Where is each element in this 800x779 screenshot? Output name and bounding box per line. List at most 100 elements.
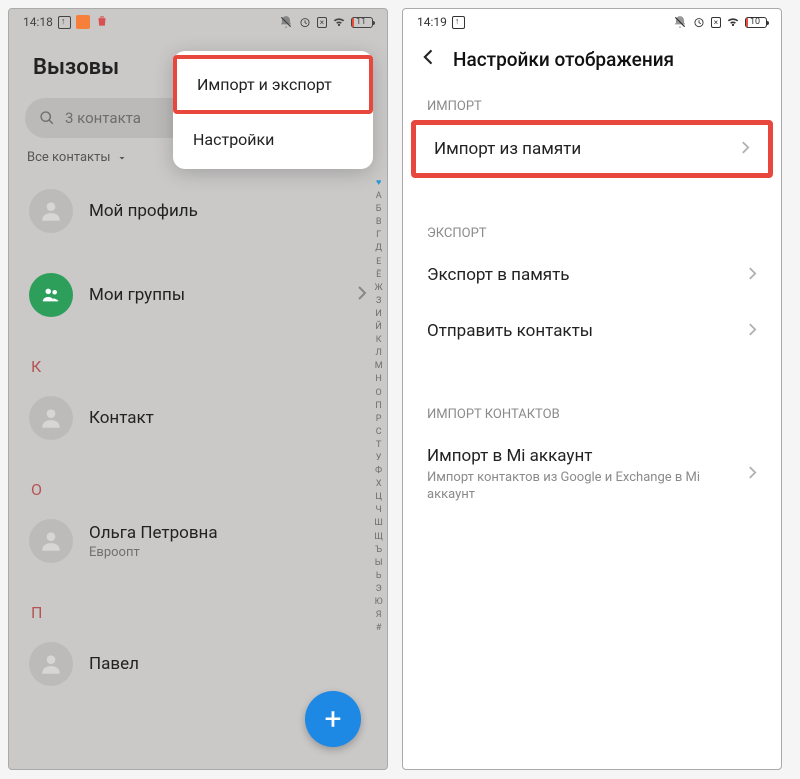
person-icon [38, 651, 64, 677]
alpha-letter[interactable]: Л [375, 347, 381, 360]
alpha-letter[interactable]: Ы [375, 557, 383, 570]
list-item-olga[interactable]: Ольга Петровна Евроопт [9, 499, 387, 583]
search-icon [39, 110, 55, 126]
row-label: Экспорт в память [427, 265, 748, 285]
item-label: Мой профиль [89, 201, 198, 221]
row-label: Отправить контакты [427, 321, 748, 341]
row-send-contacts[interactable]: Отправить контакты [403, 303, 781, 359]
wifi-icon [726, 15, 740, 29]
alpha-index[interactable]: ♥ АБВГДЕЁЖЗИЙКЛМНОПРСТУФХЦЧШЩЪЫЬЭЮЯ# [374, 177, 383, 635]
status-bar-left: 14:18 × 11 [9, 9, 387, 33]
alpha-letter[interactable]: Х [376, 478, 382, 491]
alpha-letter[interactable]: Й [375, 321, 381, 334]
alpha-letter[interactable]: Ъ [375, 544, 382, 557]
row-label: Импорт из памяти [434, 139, 741, 159]
alpha-letter[interactable]: У [376, 452, 382, 465]
alpha-letter[interactable]: Ю [375, 596, 383, 609]
item-label: Контакт [89, 408, 154, 428]
section-letter-k: К [9, 337, 387, 376]
row-label: Импорт в Mi аккаунт [427, 446, 748, 466]
alarm-icon [692, 15, 706, 29]
status-time: 14:18 [23, 15, 53, 29]
page-title: Настройки отображения [453, 48, 674, 71]
item-label: Ольга Петровна [89, 523, 218, 543]
alpha-letter[interactable]: Ж [375, 282, 383, 295]
list-item-profile[interactable]: Мой профиль [9, 169, 387, 253]
header: Настройки отображения [403, 33, 781, 91]
phone-right: 14:19 × 10 Настройки отображения ИМПОРТ … [402, 8, 782, 770]
alpha-letter[interactable]: Б [376, 203, 382, 216]
alpha-letter[interactable]: Г [376, 229, 381, 242]
item-label: Павел [89, 654, 139, 674]
trash-icon [95, 14, 109, 31]
person-icon [38, 528, 64, 554]
alpha-letter[interactable]: З [376, 295, 381, 308]
alpha-letter[interactable]: Н [375, 373, 381, 386]
alpha-letter[interactable]: А [376, 190, 382, 203]
alpha-letter[interactable]: П [375, 400, 381, 413]
alpha-letter[interactable]: И [375, 308, 381, 321]
alpha-letter[interactable]: Э [376, 583, 382, 596]
alpha-letter[interactable]: К [376, 334, 382, 347]
section-import: ИМПОРТ [403, 91, 781, 120]
alpha-letter[interactable]: С [376, 426, 382, 439]
alpha-letter[interactable]: О [376, 387, 382, 400]
alpha-letter[interactable]: В [376, 216, 382, 229]
section-letter-p: П [9, 583, 387, 622]
app-badge-icon [76, 15, 90, 29]
alpha-letter[interactable]: Р [376, 413, 382, 426]
alpha-letter[interactable]: Ё [376, 269, 381, 282]
alpha-letter[interactable]: Ь [376, 570, 382, 583]
row-export-memory[interactable]: Экспорт в память [403, 247, 781, 303]
avatar [29, 273, 73, 317]
alpha-letter[interactable]: Д [375, 242, 382, 255]
dnd-icon [673, 15, 687, 29]
avatar [29, 396, 73, 440]
person-icon [38, 198, 64, 224]
chevron-right-icon [357, 285, 367, 305]
avatar [29, 519, 73, 563]
wifi-icon [332, 15, 346, 29]
avatar [29, 189, 73, 233]
status-time: 14:19 [417, 15, 447, 29]
row-import-memory[interactable]: Импорт из памяти [411, 120, 773, 178]
alpha-letter[interactable]: Е [376, 256, 381, 269]
filter-label: Все контакты [27, 150, 110, 165]
chevron-right-icon [748, 322, 757, 341]
alpha-letter[interactable]: Ш [374, 517, 382, 530]
add-contact-fab[interactable]: + [305, 691, 361, 747]
alpha-letter[interactable]: М [375, 360, 383, 373]
row-import-mi[interactable]: Импорт в Mi аккаунт Импорт контактов из … [403, 428, 781, 522]
overflow-menu: Импорт и экспорт Настройки [173, 51, 373, 169]
alpha-letter[interactable]: # [376, 622, 382, 635]
search-placeholder: 3 контакта [65, 109, 141, 127]
plus-icon: + [324, 702, 341, 737]
chevron-left-icon [419, 47, 439, 67]
alarm-icon [298, 15, 312, 29]
alpha-letter[interactable]: Т [376, 439, 381, 452]
back-button[interactable] [419, 47, 439, 71]
heart-icon: ♥ [376, 177, 381, 190]
alpha-letter[interactable]: Ц [375, 491, 382, 504]
section-letter-o: О [9, 460, 387, 499]
list-item-groups[interactable]: Мои группы [9, 253, 387, 337]
item-label: Мои группы [89, 285, 185, 305]
battery-icon: 11 [351, 17, 373, 28]
avatar [29, 642, 73, 686]
upload-icon [452, 16, 465, 29]
alpha-letter[interactable]: Ф [375, 465, 382, 478]
sim-icon: × [317, 17, 327, 28]
menu-import-export[interactable]: Импорт и экспорт [173, 55, 373, 114]
menu-settings[interactable]: Настройки [173, 114, 373, 165]
alpha-letter[interactable]: Щ [374, 531, 383, 544]
alpha-letter[interactable]: Ч [376, 504, 382, 517]
battery-icon: 10 [745, 17, 767, 28]
row-sublabel: Импорт контактов из Google и Exchange в … [427, 470, 748, 504]
list-item-contact[interactable]: Контакт [9, 376, 387, 460]
phone-left: 14:18 × 11 Вызовы 3 контакта Все контакт… [8, 8, 388, 770]
alpha-letter[interactable]: Я [376, 609, 382, 622]
chevron-right-icon [741, 140, 750, 159]
chevron-right-icon [748, 266, 757, 285]
section-export: ЭКСПОРТ [403, 218, 781, 247]
chevron-right-icon [748, 465, 757, 484]
